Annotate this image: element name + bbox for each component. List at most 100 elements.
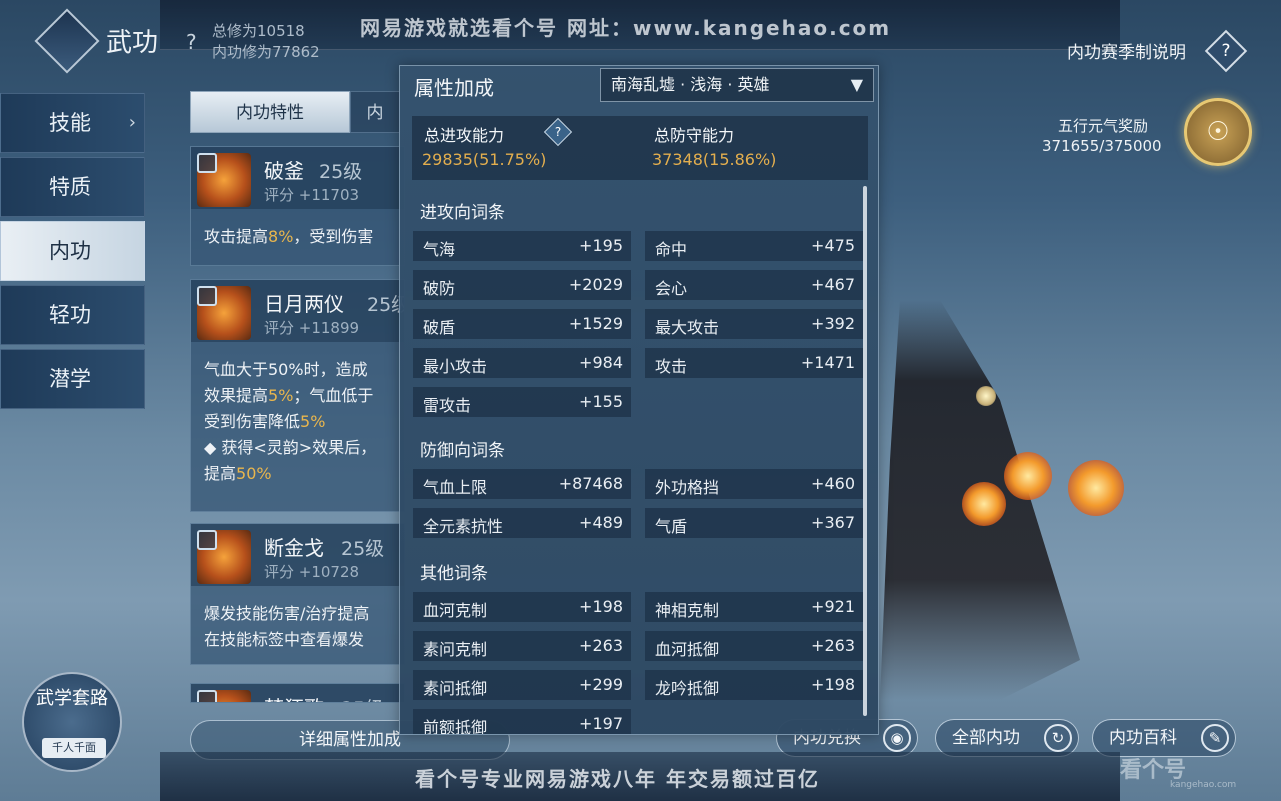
skill-description-line: 效果提高5%；气血低于	[204, 384, 373, 408]
skill-description-line: 受到伤害降低5%	[204, 410, 325, 434]
lock-icon[interactable]	[197, 690, 217, 702]
stat-row: 最小攻击 +984	[413, 348, 631, 378]
bottom-banner: 看个号专业网易游戏八年 年交易额过百亿	[160, 752, 1120, 801]
stat-name: 气盾	[655, 517, 688, 536]
stat-value: +984	[579, 353, 623, 372]
stat-row: 命中 +475	[645, 231, 863, 261]
stat-row: 素问克制 +263	[413, 631, 631, 661]
help-icon[interactable]: ?	[186, 30, 197, 54]
total-attack-help-icon[interactable]: ?	[543, 117, 573, 147]
stat-value: +87468	[558, 474, 623, 493]
stat-row: 素问抵御 +299	[413, 670, 631, 700]
skill-score: 评分 +11703	[264, 186, 360, 204]
stat-value: +467	[811, 275, 855, 294]
description-text: 提高	[204, 464, 237, 483]
highlight-value: 50%	[236, 464, 272, 483]
martial-routine-tag: 千人千面	[42, 738, 106, 758]
highlight-value: 5%	[300, 412, 326, 431]
stat-row: 气盾 +367	[645, 508, 863, 538]
sidebar-item[interactable]: 轻功	[0, 285, 145, 345]
stat-name: 素问抵御	[423, 679, 488, 698]
stat-row: 破盾 +1529	[413, 309, 631, 339]
skill-description-line: 气血大于50%时，造成	[204, 358, 368, 382]
stat-value: +392	[811, 314, 855, 333]
skill-emblem-icon	[197, 286, 251, 340]
lock-icon[interactable]	[197, 153, 217, 173]
season-help-icon[interactable]: ?	[1204, 29, 1248, 73]
inner-skill-orb-icon[interactable]	[1004, 452, 1052, 500]
stat-row: 外功格挡 +460	[645, 469, 863, 499]
stat-row: 龙吟抵御 +198	[645, 670, 863, 700]
stat-value: +460	[811, 474, 855, 493]
description-text: ，受到伤害	[293, 227, 374, 246]
stat-name: 前额抵御	[423, 718, 488, 735]
stat-value: +155	[579, 392, 623, 411]
skill-level: 25级	[319, 161, 363, 183]
total-defense-value: 37348(15.86%)	[652, 150, 777, 169]
stat-name: 会心	[655, 279, 688, 298]
exchange-icon: ◉	[883, 724, 911, 752]
sidebar-item-label: 内功	[49, 239, 91, 263]
sidebar-item[interactable]: 内功	[0, 221, 145, 281]
skill-card[interactable]: 日月两仪25级评分 +11899气血大于50%时，造成效果提高5%；气血低于受到…	[190, 279, 405, 512]
lock-icon[interactable]	[197, 530, 217, 550]
stat-row: 神相克制 +921	[645, 592, 863, 622]
stat-value: +263	[811, 636, 855, 655]
stat-value: +299	[579, 675, 623, 694]
reward-count: 371655/375000	[1042, 137, 1162, 155]
stat-name: 血河克制	[423, 601, 488, 620]
skill-card[interactable]: 断金戈 25级 评分 +10728 爆发技能伤害/治疗提高 在技能标签中查看爆发	[190, 523, 405, 665]
stat-value: +921	[811, 597, 855, 616]
season-rules-link[interactable]: 内功赛季制说明	[1067, 38, 1186, 63]
reward-meditation-icon[interactable]: ☉	[1184, 98, 1252, 166]
description-text: ；气血低于	[293, 386, 374, 405]
skill-level: 25级	[341, 694, 384, 702]
lock-icon[interactable]	[197, 286, 217, 306]
skill-card[interactable]: 梦狂歌 25级	[190, 683, 405, 703]
page-title: 武功	[106, 28, 159, 58]
skill-emblem-icon	[197, 530, 251, 584]
skill-description-line: 提高50%	[204, 462, 272, 486]
sidebar-item[interactable]: 潜学	[0, 349, 145, 409]
skill-card[interactable]: 破釜 25级 评分 +11703 攻击提高8%，受到伤害	[190, 146, 405, 266]
tab-inner-traits[interactable]: 内功特性	[190, 91, 350, 133]
inner-skill-orb-icon[interactable]	[1068, 460, 1124, 516]
stat-value: +1529	[568, 314, 623, 333]
sidebar-item-label: 轻功	[49, 303, 91, 327]
stat-name: 攻击	[655, 357, 688, 376]
sidebar-item[interactable]: 技能 ›	[0, 93, 145, 153]
description-text: 受到伤害降低	[204, 412, 301, 431]
stat-name: 全元素抗性	[423, 517, 504, 536]
skill-emblem-icon	[197, 153, 251, 207]
stat-name: 最小攻击	[423, 357, 488, 376]
description-text: 攻击提高	[204, 227, 269, 246]
scene-dropdown[interactable]: 南海乱墟 · 浅海 · 英雄 ▼	[600, 68, 874, 102]
stat-row: 气海 +195	[413, 231, 631, 261]
stat-row: 血河抵御 +263	[645, 631, 863, 661]
section-title: 进攻向词条	[420, 203, 505, 223]
stat-row: 前额抵御 +197	[413, 709, 631, 735]
skill-level: 25级	[341, 538, 385, 560]
description-text: 在技能标签中查看爆发	[204, 630, 365, 649]
highlight-value: 8%	[268, 227, 294, 246]
sidebar-item[interactable]: 特质	[0, 157, 145, 217]
reward-label: 五行元气奖励	[1058, 117, 1149, 135]
stat-name: 雷攻击	[423, 396, 472, 415]
skill-description-line: 爆发技能伤害/治疗提高	[204, 602, 369, 626]
tab-second[interactable]: 内	[350, 91, 400, 133]
stat-name: 破盾	[423, 318, 456, 337]
stat-value: +367	[811, 513, 855, 532]
chevron-down-icon: ▼	[850, 75, 863, 94]
top-watermark: 网易游戏就选看个号 网址：www.kangehao.com	[360, 16, 892, 40]
stat-name: 血河抵御	[655, 640, 720, 659]
stat-name: 破防	[423, 279, 456, 298]
martial-routine-title: 武学套路	[36, 688, 108, 709]
panel-scrollbar[interactable]	[863, 186, 867, 716]
martial-routine-button[interactable]: 武学套路 千人千面	[22, 672, 122, 772]
inner-skill-orb-icon[interactable]	[962, 482, 1006, 526]
total-cultivation: 总修为10518	[212, 22, 305, 40]
skill-name: 日月两仪	[264, 292, 344, 316]
stat-row: 全元素抗性 +489	[413, 508, 631, 538]
stat-row: 气血上限 +87468	[413, 469, 631, 499]
quill-icon: ✎	[1201, 724, 1229, 752]
